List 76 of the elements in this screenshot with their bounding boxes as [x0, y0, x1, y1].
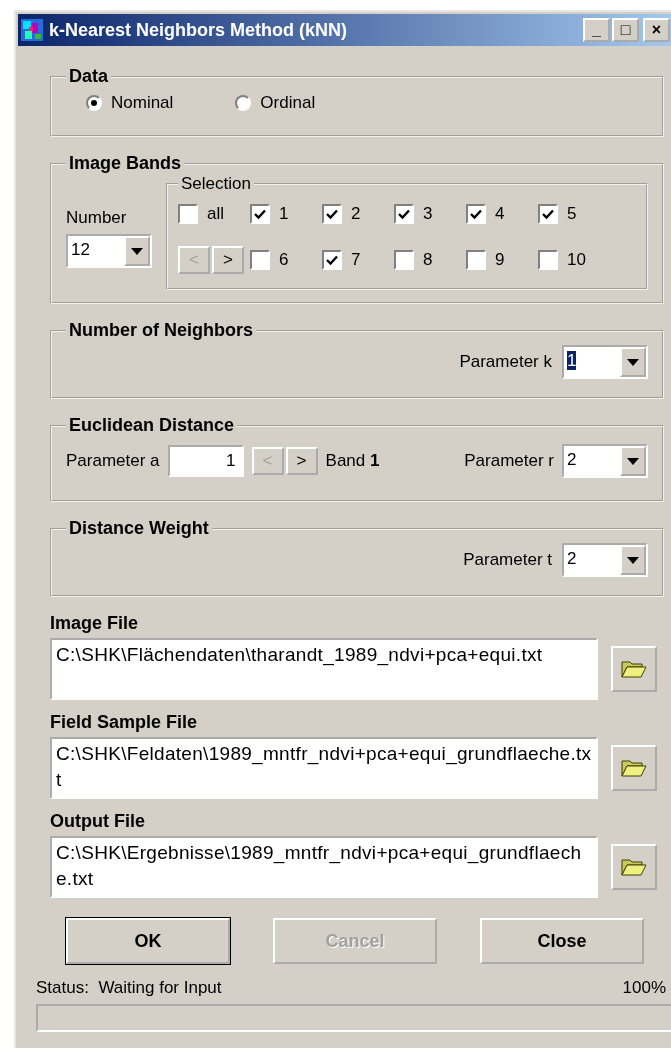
caret-icon: [627, 358, 639, 366]
radio-label: Ordinal: [260, 93, 316, 113]
checkbox[interactable]: [322, 250, 342, 270]
app-icon: [21, 19, 43, 41]
checkbox[interactable]: [538, 204, 558, 224]
file-label: Output File: [50, 811, 146, 832]
group-title: Image Bands: [68, 153, 183, 174]
folder-icon: [621, 857, 647, 877]
checkbox-label: all: [207, 204, 224, 224]
checkbox[interactable]: [394, 204, 414, 224]
check-icon: [398, 208, 410, 220]
group-title: Distance Weight: [68, 518, 210, 539]
close-button[interactable]: ×: [643, 18, 670, 42]
checkbox[interactable]: [250, 204, 270, 224]
checkbox-label: 7: [351, 250, 361, 270]
checkbox[interactable]: [538, 250, 558, 270]
group-title: Data: [68, 66, 109, 87]
caret-icon: [627, 457, 639, 465]
minimize-button[interactable]: _: [583, 18, 610, 42]
parameter-label: Parameter a: [66, 451, 160, 471]
checkbox-label: 10: [567, 250, 586, 270]
parameter-label: Parameter t: [463, 550, 552, 570]
checkbox[interactable]: [394, 250, 414, 270]
window-title: k-Nearest Neighbors Method (kNN): [49, 19, 349, 41]
next-button[interactable]: >: [212, 246, 244, 274]
number-dropdown[interactable]: 12: [66, 234, 152, 268]
parameter-label: Parameter r: [464, 451, 554, 471]
ok-button[interactable]: OK: [66, 918, 230, 964]
band-label: Band 1: [325, 451, 380, 471]
checkbox-label: 1: [279, 204, 289, 224]
checkbox[interactable]: [466, 250, 486, 270]
parameter-label: Parameter k: [459, 352, 552, 372]
browse-button[interactable]: [611, 646, 657, 692]
check-icon: [542, 208, 554, 220]
checkbox-label: 6: [279, 250, 289, 270]
parameter-dropdown[interactable]: 2: [562, 444, 648, 478]
folder-icon: [621, 758, 647, 778]
caret-icon: [131, 247, 143, 255]
maximize-button[interactable]: □: [612, 18, 639, 42]
file-path-field[interactable]: C:\SHK\Flächendaten\tharandt_1989_ndvi+pca+equi.txt: [50, 638, 598, 700]
file-label: Field Sample File: [50, 712, 199, 733]
browse-button[interactable]: [611, 745, 657, 791]
checkbox[interactable]: [322, 204, 342, 224]
browse-button[interactable]: [611, 844, 657, 890]
checkbox-label: 8: [423, 250, 433, 270]
progress-percent: 100%: [622, 978, 666, 998]
checkbox-label: 3: [423, 204, 433, 224]
file-path-field[interactable]: C:\SHK\Ergebnisse\1989_mntfr_ndvi+pca+equi_grundflaeche.txt: [50, 836, 598, 898]
folder-icon: [621, 659, 647, 679]
check-icon: [326, 208, 338, 220]
radio-button[interactable]: [235, 95, 252, 111]
check-icon: [326, 254, 338, 266]
checkbox[interactable]: [178, 204, 198, 224]
check-icon: [470, 208, 482, 220]
check-icon: [254, 208, 266, 220]
parameter-dropdown[interactable]: 1: [562, 345, 648, 379]
file-path-field[interactable]: C:\SHK\Feldaten\1989_mntfr_ndvi+pca+equi_grundflaeche.txt: [50, 737, 598, 799]
checkbox[interactable]: [250, 250, 270, 270]
number-label: Number: [66, 208, 128, 228]
caret-icon: [627, 556, 639, 564]
parameter-field[interactable]: 1: [167, 445, 244, 477]
checkbox-label: 9: [495, 250, 505, 270]
checkbox-label: 5: [567, 204, 577, 224]
file-label: Image File: [50, 613, 140, 634]
status-text: Status: Waiting for Input: [36, 978, 222, 998]
close-button[interactable]: Close: [480, 918, 644, 964]
parameter-dropdown[interactable]: 2: [562, 543, 648, 577]
checkbox-label: 4: [495, 204, 505, 224]
group-title: Number of Neighbors: [68, 320, 254, 341]
checkbox-label: 2: [351, 204, 361, 224]
radio-label: Nominal: [111, 93, 174, 113]
radio-button[interactable]: [86, 95, 102, 111]
next-button[interactable]: >: [285, 447, 318, 475]
checkbox[interactable]: [466, 204, 486, 224]
group-title: Selection: [180, 174, 252, 194]
group-title: Euclidean Distance: [68, 415, 236, 436]
